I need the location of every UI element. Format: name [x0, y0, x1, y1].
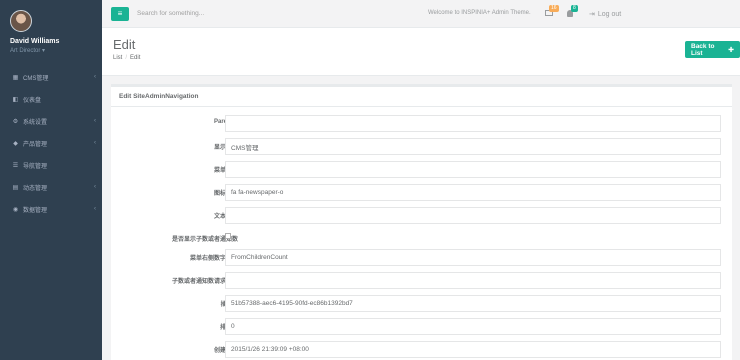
form-row-created-at: 创建时间	[111, 341, 732, 358]
sidebar-nav: ▦ CMS管理 ‹ ◧ 仪表盘 ⚙ 系统设置 ‹ ◆ 产品管理 ‹ ☰ 导航管理…	[0, 66, 102, 220]
panel-title: Edit SiteAdminNavigation	[111, 87, 732, 107]
alert-count-badge: 8	[571, 5, 578, 12]
breadcrumb-current: Edit	[130, 55, 141, 61]
sign-out-icon: ⇥	[589, 11, 595, 18]
breadcrumb-list-link[interactable]: List	[113, 55, 122, 61]
topbar: ≡	[102, 0, 740, 28]
list-icon: ☰	[12, 162, 19, 169]
menu-link-field[interactable]	[225, 161, 721, 178]
icon-style-field[interactable]	[225, 184, 721, 201]
search-input[interactable]	[137, 10, 337, 17]
back-to-list-label: Back to List	[691, 42, 715, 57]
gear-icon: ⚙	[12, 118, 19, 125]
profile-name[interactable]: David Williams	[10, 38, 102, 45]
sidebar-item-label: 动态管理	[23, 185, 48, 192]
form-row-text-style: 文本样式	[111, 207, 732, 224]
database-icon: ◉	[12, 206, 19, 213]
plugin-id-field[interactable]	[225, 295, 721, 312]
menu-icon: ≡	[117, 9, 123, 18]
page-title: Edit	[113, 37, 136, 52]
display-text-field[interactable]	[225, 138, 721, 155]
text-style-field[interactable]	[225, 207, 721, 224]
edit-form-panel: Edit SiteAdminNavigation ParentId 显示文本 菜…	[111, 84, 732, 360]
menu-toggle-button[interactable]: ≡	[111, 6, 129, 21]
sidebar-item-data[interactable]: ◉ 数据管理 ‹	[0, 198, 102, 220]
avatar[interactable]	[10, 10, 32, 32]
tag-icon: ◆	[13, 140, 18, 147]
form-row-display-text: 显示文本	[111, 138, 732, 155]
form-row-count-url: 子数或者通知数请求地址	[111, 272, 732, 289]
chevron-left-icon: ‹	[94, 206, 96, 212]
show-count-checkbox[interactable]	[225, 233, 231, 239]
page-heading: Edit List / Edit Back to List ✚	[102, 28, 740, 76]
sidebar-item-navigation[interactable]: ☰ 导航管理	[0, 154, 102, 176]
sidebar-item-label: 导航管理	[23, 163, 48, 170]
welcome-message: Welcome to INSPINIA+ Admin Theme.	[428, 10, 531, 16]
sidebar: David Williams Art Director ▾ ▦ CMS管理 ‹ …	[0, 0, 102, 360]
created-at-field[interactable]	[225, 341, 721, 358]
chevron-left-icon: ‹	[94, 140, 96, 146]
mail-count-badge: 16	[549, 5, 559, 12]
sidebar-item-news[interactable]: ▤ 动态管理 ‹	[0, 176, 102, 198]
plus-icon: ✚	[728, 46, 734, 54]
newspaper-icon: ▤	[12, 184, 19, 191]
sidebar-item-products[interactable]: ◆ 产品管理 ‹	[0, 132, 102, 154]
sidebar-item-label: 仪表盘	[23, 97, 42, 104]
back-to-list-button[interactable]: Back to List ✚	[685, 41, 740, 58]
sidebar-item-label: 数据管理	[23, 207, 48, 214]
form-row-parentid: ParentId	[111, 115, 732, 132]
sidebar-item-label: 系统设置	[23, 119, 48, 126]
sort-order-field[interactable]	[225, 318, 721, 335]
sidebar-item-cms[interactable]: ▦ CMS管理 ‹	[0, 66, 102, 88]
logout-label: Log out	[597, 10, 622, 18]
form-row-sort-order: 排序号	[111, 318, 732, 335]
sidebar-item-label: CMS管理	[23, 75, 49, 82]
sidebar-item-label: 产品管理	[23, 141, 48, 148]
form-row-count-type: 菜单右侧数字类型	[111, 249, 732, 266]
profile-block: David Williams Art Director ▾	[0, 0, 102, 66]
sidebar-item-settings[interactable]: ⚙ 系统设置 ‹	[0, 110, 102, 132]
caret-down-icon: ▾	[42, 48, 46, 54]
form-row-plugin-id: 插件Id	[111, 295, 732, 312]
th-large-icon: ▦	[12, 74, 19, 81]
form-row-menu-link: 菜单链接	[111, 161, 732, 178]
chevron-left-icon: ‹	[94, 118, 96, 124]
chevron-left-icon: ‹	[94, 184, 96, 190]
parentid-field[interactable]	[225, 115, 721, 132]
profile-role-label: Art Director	[10, 48, 41, 54]
profile-role-dropdown[interactable]: Art Director ▾	[10, 47, 102, 54]
count-type-field[interactable]	[225, 249, 721, 266]
form-row-show-count: 是否显示子数或者通知数	[111, 230, 732, 247]
breadcrumb-separator: /	[125, 55, 128, 61]
dashboard-icon: ◧	[12, 96, 19, 103]
breadcrumb: List / Edit	[113, 55, 140, 61]
logout-link[interactable]: ⇥ Log out	[589, 10, 622, 19]
sidebar-item-dashboard[interactable]: ◧ 仪表盘	[0, 88, 102, 110]
count-url-field[interactable]	[225, 272, 721, 289]
form-row-icon-style: 图标样式	[111, 184, 732, 201]
chevron-left-icon: ‹	[94, 74, 96, 80]
